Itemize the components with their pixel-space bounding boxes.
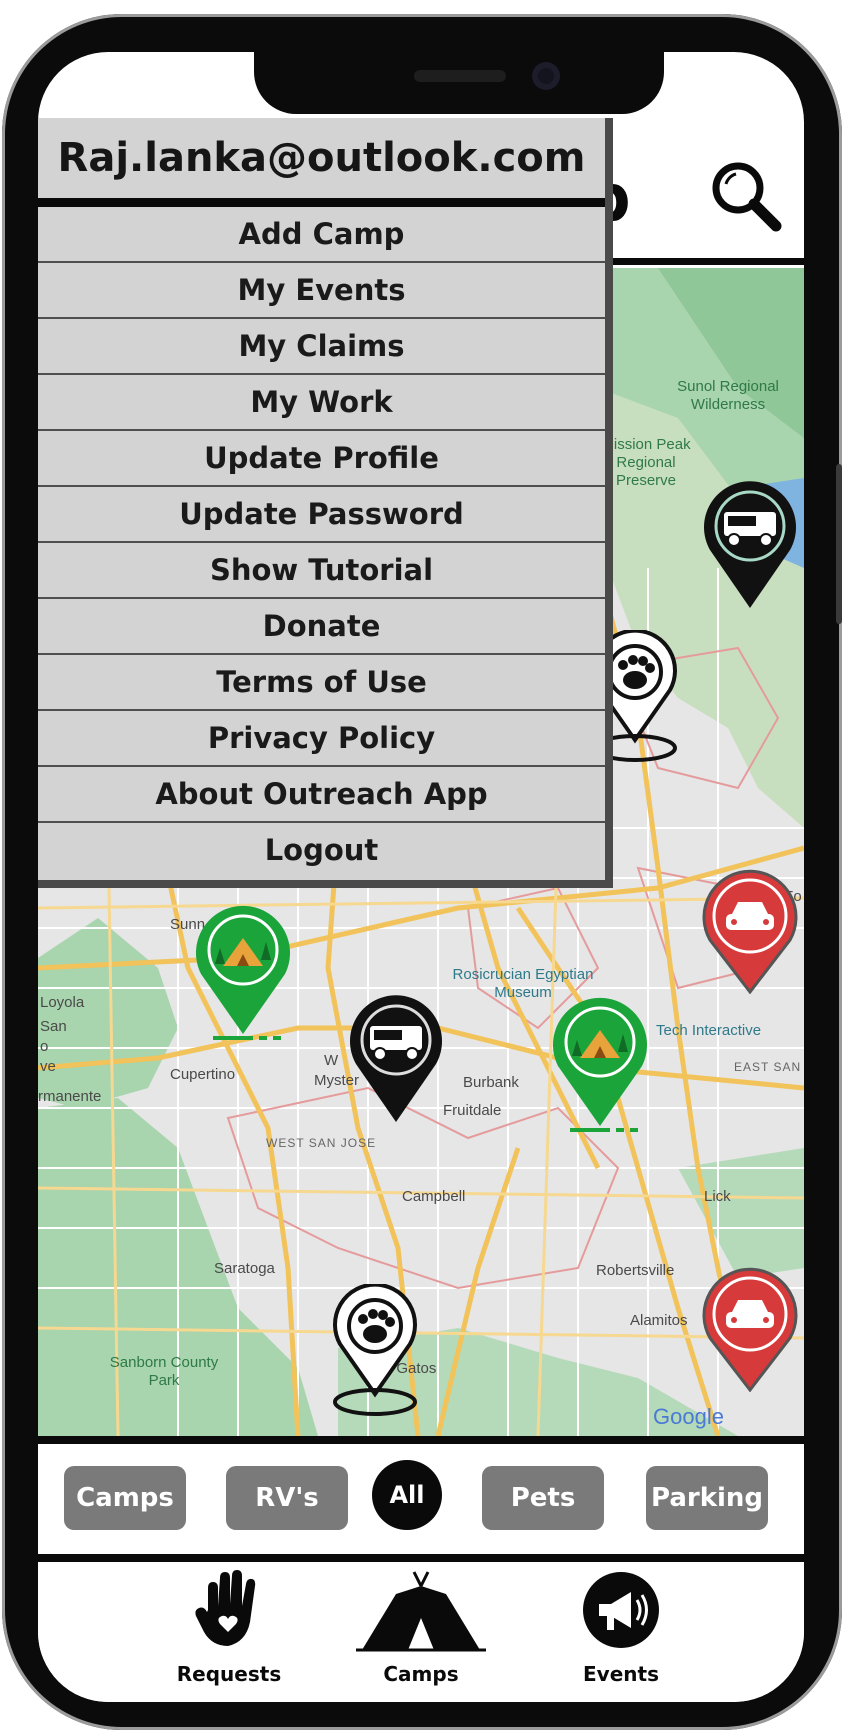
- place-label-tech-interactive: Tech Interactive: [656, 1022, 762, 1039]
- tent-icon: [196, 905, 290, 1040]
- parking-pin[interactable]: [700, 868, 800, 994]
- menu-item-update-password[interactable]: Update Password: [38, 487, 605, 543]
- pet-pin[interactable]: [330, 1284, 420, 1416]
- place-label-san: San: [40, 1018, 67, 1035]
- menu-item-logout[interactable]: Logout: [38, 823, 605, 877]
- hand-heart-icon: [195, 1570, 256, 1646]
- camp-tent-icon: [356, 1571, 486, 1652]
- phone-side-button: [836, 464, 842, 624]
- google-attribution: Google: [653, 1404, 724, 1429]
- menu-item-show-tutorial[interactable]: Show Tutorial: [38, 543, 605, 599]
- phone-screen: pp: [38, 52, 804, 1702]
- menu-item-terms-of-use[interactable]: Terms of Use: [38, 655, 605, 711]
- food-truck-icon: [704, 481, 796, 608]
- menu-item-about[interactable]: About Outreach App: [38, 767, 605, 823]
- search-button[interactable]: [706, 156, 786, 236]
- place-label-robertsville: Robertsville: [596, 1262, 675, 1279]
- place-label-burbank: Burbank: [463, 1074, 519, 1091]
- place-label-w: W: [324, 1052, 339, 1069]
- search-icon: [712, 162, 782, 232]
- filter-pets-button[interactable]: Pets: [482, 1466, 604, 1530]
- filter-all-button[interactable]: All: [372, 1460, 442, 1530]
- menu-item-my-work[interactable]: My Work: [38, 375, 605, 431]
- nav-events[interactable]: Events: [531, 1562, 711, 1692]
- filter-parking-button[interactable]: Parking: [646, 1466, 768, 1530]
- place-label-saratoga: Saratoga: [214, 1260, 275, 1277]
- speaker-grille: [414, 70, 506, 82]
- phone-notch: [254, 52, 664, 114]
- place-label-o: o: [40, 1038, 49, 1055]
- megaphone-icon: [583, 1572, 659, 1648]
- front-camera: [532, 62, 560, 90]
- tent-icon: [553, 997, 647, 1132]
- bottom-nav: Requests Camps Events: [38, 1562, 804, 1702]
- event-pin[interactable]: [700, 478, 800, 610]
- place-label-cupertino: Cupertino: [170, 1066, 236, 1083]
- nav-requests[interactable]: Requests: [139, 1562, 319, 1692]
- place-label-ve: ve: [40, 1058, 56, 1075]
- food-truck-icon: [350, 995, 442, 1122]
- camp-pin[interactable]: [193, 904, 293, 1044]
- nav-events-label: Events: [583, 1662, 659, 1686]
- place-label-rmanente: rmanente: [38, 1088, 102, 1105]
- place-label-sanborn: Sanborn County Park: [109, 1354, 219, 1389]
- menu-item-add-camp[interactable]: Add Camp: [38, 207, 605, 263]
- nav-camps-label: Camps: [383, 1662, 459, 1686]
- header-divider: [582, 258, 804, 265]
- place-label-west-san-jose: WEST SAN JOSE: [266, 1136, 377, 1150]
- event-pin[interactable]: [346, 992, 446, 1124]
- nav-requests-label: Requests: [176, 1662, 282, 1686]
- car-icon: [702, 869, 798, 994]
- menu-item-my-claims[interactable]: My Claims: [38, 319, 605, 375]
- parking-pin[interactable]: [700, 1266, 800, 1392]
- place-label-sunol: Sunol Regional Wilderness: [677, 378, 779, 413]
- filter-camps-button[interactable]: Camps: [64, 1466, 186, 1530]
- filter-rvs-button[interactable]: RV's: [226, 1466, 348, 1530]
- menu-user-email: Raj.lanka@outlook.com: [38, 118, 605, 207]
- place-label-loyola: Loyola: [40, 994, 85, 1011]
- nav-camps[interactable]: Camps: [331, 1562, 511, 1692]
- menu-item-privacy-policy[interactable]: Privacy Policy: [38, 711, 605, 767]
- car-icon: [702, 1267, 798, 1392]
- place-label-fruitdale: Fruitdale: [443, 1102, 502, 1119]
- place-label-east-san: EAST SAN: [734, 1060, 802, 1074]
- menu-item-update-profile[interactable]: Update Profile: [38, 431, 605, 487]
- paw-icon: [333, 1284, 417, 1416]
- menu-item-my-events[interactable]: My Events: [38, 263, 605, 319]
- filter-bar: Camps RV's All Pets Parking: [38, 1436, 804, 1562]
- place-label-lick: Lick: [704, 1188, 731, 1205]
- camp-pin[interactable]: [550, 996, 650, 1136]
- place-label-alamitos: Alamitos: [630, 1312, 688, 1329]
- place-label-campbell: Campbell: [402, 1188, 466, 1205]
- menu-item-donate[interactable]: Donate: [38, 599, 605, 655]
- menu-item-list: Add Camp My Events My Claims My Work Upd…: [38, 207, 605, 877]
- account-menu: Raj.lanka@outlook.com Add Camp My Events…: [38, 118, 613, 888]
